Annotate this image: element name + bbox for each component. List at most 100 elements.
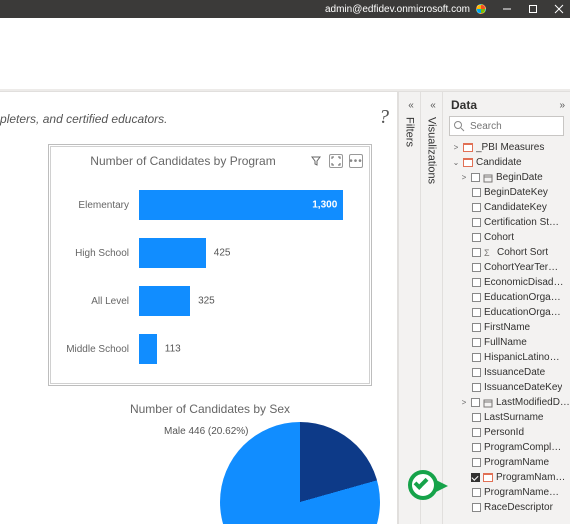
close-button[interactable] (554, 4, 564, 14)
field-checkbox[interactable] (472, 188, 481, 197)
focus-mode-icon[interactable] (329, 154, 343, 168)
field-name: ProgramName … (496, 472, 570, 483)
fields-tree: >_PBI Measures ⌄ Candidate >BeginDate BeginD… (443, 140, 570, 524)
field-checkbox[interactable] (471, 398, 480, 407)
chevron-icon[interactable]: ⌄ (452, 158, 460, 167)
field-name: CandidateKey (484, 202, 547, 213)
field-checkbox[interactable] (471, 173, 480, 182)
field-name: RaceDescriptor (484, 502, 553, 513)
field-checkbox[interactable] (472, 488, 481, 497)
bar-value-label: 325 (198, 296, 215, 307)
field-checkbox[interactable] (472, 323, 481, 332)
field-programname-[interactable]: ProgramName … (447, 470, 570, 485)
field-checkbox[interactable] (472, 353, 481, 362)
field-checkbox[interactable] (472, 443, 481, 452)
field-checkbox[interactable] (471, 473, 480, 482)
bar-category-label: High School (61, 248, 139, 259)
field-checkbox[interactable] (472, 308, 481, 317)
ribbon (0, 18, 570, 92)
field-issuancedate[interactable]: IssuanceDate (447, 365, 570, 380)
field-checkbox[interactable] (472, 263, 481, 272)
table-icon (463, 143, 473, 153)
field-cohortyearter-[interactable]: CohortYearTer… (447, 260, 570, 275)
field-checkbox[interactable] (472, 203, 481, 212)
field-educationorga-[interactable]: EducationOrga… (447, 305, 570, 320)
chevron-icon[interactable]: > (460, 398, 468, 407)
field-lastmodifiedd-[interactable]: >LastModifiedD… (447, 395, 570, 410)
help-icon[interactable]: ? (379, 106, 389, 129)
table-pbi-measures[interactable]: >_PBI Measures (447, 140, 570, 155)
sum-icon: Σ (484, 248, 494, 258)
table-candidate[interactable]: ⌄ Candidate (447, 155, 570, 170)
account-indicator[interactable]: admin@edfidev.onmicrosoft.com (325, 4, 486, 15)
field-name: Cohort Sort (497, 247, 548, 258)
more-options-icon[interactable]: ••• (349, 154, 363, 168)
collapse-data-icon[interactable]: » (559, 100, 562, 111)
visualizations-pane-collapsed[interactable]: « Visualizations (420, 92, 442, 524)
field-checkbox[interactable] (472, 248, 481, 257)
field-name: Cohort (484, 232, 514, 243)
field-name: BeginDateKey (484, 187, 548, 198)
report-canvas[interactable]: ? es, program completers, and certified … (0, 92, 398, 524)
coach-mark[interactable] (408, 470, 438, 500)
field-checkbox[interactable] (472, 428, 481, 437)
field-issuancedatekey[interactable]: IssuanceDateKey (447, 380, 570, 395)
filters-pane-collapsed[interactable]: « Filters (398, 92, 420, 524)
field-begindatekey[interactable]: BeginDateKey (447, 185, 570, 200)
field-programcompl-[interactable]: ProgramCompl… (447, 440, 570, 455)
bar-chart-visual[interactable]: Number of Candidates by Program ••• Elem… (50, 146, 370, 384)
search-icon (453, 120, 465, 132)
chevron-icon[interactable]: > (460, 173, 468, 182)
field-cohort[interactable]: Cohort (447, 230, 570, 245)
field-certification-st-[interactable]: Certification St… (447, 215, 570, 230)
table-icon (483, 473, 493, 483)
field-racedescriptor[interactable]: RaceDescriptor (447, 500, 570, 515)
field-checkbox[interactable] (472, 413, 481, 422)
field-checkbox[interactable] (472, 368, 481, 377)
expand-filters-icon[interactable]: « (408, 100, 411, 111)
field-name: ProgramName (484, 457, 549, 468)
field-checkbox[interactable] (472, 293, 481, 302)
visualizations-label[interactable]: Visualizations (426, 117, 438, 184)
field-checkbox[interactable] (472, 458, 481, 467)
field-personid[interactable]: PersonId (447, 425, 570, 440)
field-name: Certification St… (484, 217, 559, 228)
expand-visualizations-icon[interactable]: « (430, 100, 433, 111)
field-checkbox[interactable] (472, 233, 481, 242)
title-bar: admin@edfidev.onmicrosoft.com (0, 0, 570, 18)
bar-category-label: Middle School (61, 344, 139, 355)
field-hispaniclatino-[interactable]: HispanicLatino… (447, 350, 570, 365)
bar[interactable]: 1,300 (139, 190, 343, 220)
field-checkbox[interactable] (472, 503, 481, 512)
bar-value-label: 1,300 (312, 200, 337, 211)
field-name: Candidate (476, 157, 522, 168)
field-checkbox[interactable] (472, 338, 481, 347)
field-cohort-sort[interactable]: ΣCohort Sort (447, 245, 570, 260)
chevron-icon[interactable]: > (452, 143, 460, 152)
field-educationorga-[interactable]: EducationOrga… (447, 290, 570, 305)
restore-button[interactable] (528, 4, 538, 14)
bar[interactable]: 325 (139, 286, 190, 316)
field-name: IssuanceDateKey (484, 382, 562, 393)
minimize-button[interactable] (502, 4, 512, 14)
field-checkbox[interactable] (472, 278, 481, 287)
field-lastsurname[interactable]: LastSurname (447, 410, 570, 425)
filter-icon[interactable] (309, 154, 323, 168)
filters-label[interactable]: Filters (404, 117, 416, 147)
field-firstname[interactable]: FirstName (447, 320, 570, 335)
pie-chart-visual[interactable]: Male 446 (20.62%) (50, 422, 370, 507)
field-checkbox[interactable] (472, 218, 481, 227)
search-input[interactable] (449, 116, 564, 136)
field-programname-[interactable]: ProgramName… (447, 485, 570, 500)
bar[interactable]: 113 (139, 334, 157, 364)
bar-category-label: Elementary (61, 200, 139, 211)
account-avatar-icon (476, 4, 486, 14)
bar[interactable]: 425 (139, 238, 206, 268)
field-economicdisad-[interactable]: EconomicDisad… (447, 275, 570, 290)
hierarchy-begindate[interactable]: >BeginDate (447, 170, 570, 185)
field-programname[interactable]: ProgramName (447, 455, 570, 470)
field-fullname[interactable]: FullName (447, 335, 570, 350)
bar-chart-title: Number of Candidates by Program (57, 154, 309, 168)
field-candidatekey[interactable]: CandidateKey (447, 200, 570, 215)
field-checkbox[interactable] (472, 383, 481, 392)
